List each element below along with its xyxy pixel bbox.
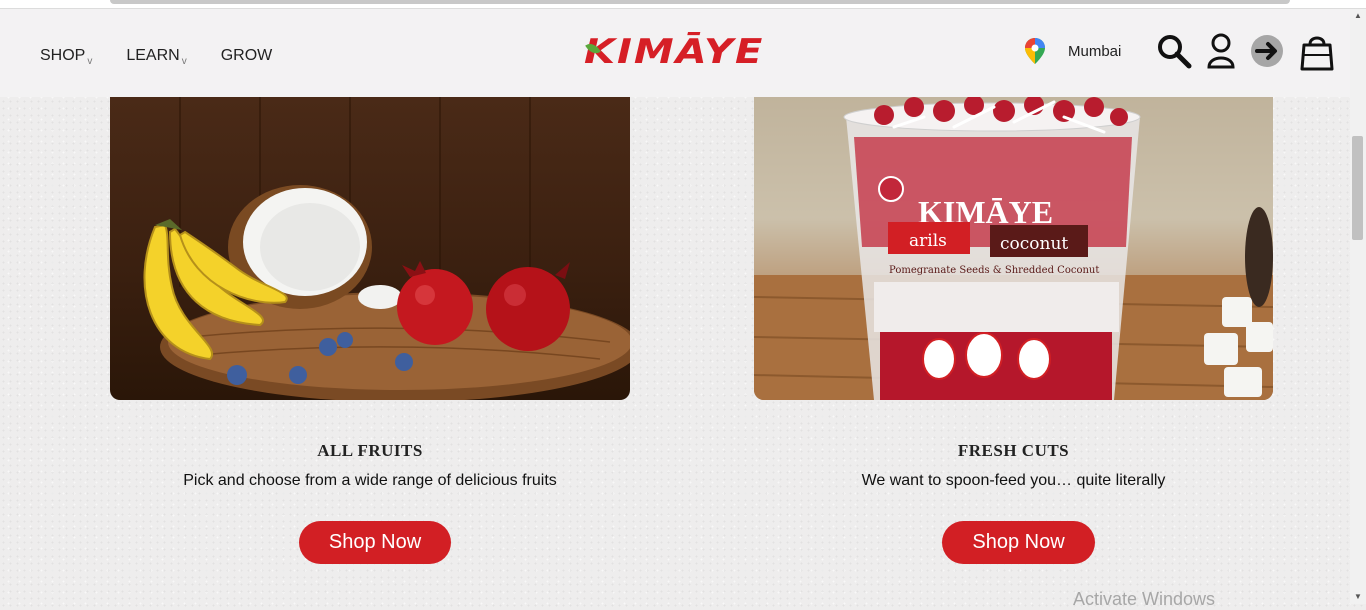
location-selector[interactable]: Mumbai [1024,37,1121,65]
scroll-down-icon[interactable]: ▼ [1354,592,1362,601]
search-icon[interactable] [1156,33,1192,69]
chevron-down-icon: v [87,56,93,67]
main-nav: SHOP v LEARN v GROW [40,47,273,67]
card-desc-all-fruits: Pick and choose from a wide range of del… [183,472,557,489]
chevron-down-icon: v [181,56,187,67]
location-city: Mumbai [1068,42,1122,60]
shopping-bag-icon[interactable] [1298,31,1336,71]
shop-now-button-fresh-cuts[interactable]: Shop Now [942,521,1095,564]
scrollbar-thumb[interactable] [1352,136,1363,240]
shop-now-button-all-fruits[interactable]: Shop Now [299,521,451,564]
fresh-cuts-illustration: KIMĀYE arils coconut Pomegranate Seeds &… [754,97,1273,400]
card-title-fresh-cuts: FRESH CUTS [957,441,1070,460]
login-arrow-icon[interactable] [1250,34,1284,68]
brand-logo-text: KIMĀYE [584,32,765,72]
cup-subtitle: Pomegranate Seeds & Shredded Coconut [889,265,1099,276]
nav-shop[interactable]: SHOP v [40,47,93,67]
activate-windows-watermark: Activate Windows [1073,589,1216,609]
cup-tag-coconut: coconut [1000,234,1068,254]
user-icon[interactable] [1206,33,1236,69]
brand-logo[interactable]: KIMĀYE [584,32,764,71]
page-scrollbar[interactable]: ▲ ▼ [1350,9,1366,604]
fruits-illustration [143,97,630,400]
map-pin-icon [1025,38,1045,64]
card-title-all-fruits: ALL FRUITS [317,441,423,460]
nav-shop-label: SHOP [40,47,86,64]
site-header: SHOP v LEARN v GROW KIMĀYE Mumbai [0,9,1350,97]
browser-scroll-indicator [110,0,1290,4]
cup-tag-arils: arils [909,231,947,251]
nav-grow-label: GROW [220,47,273,64]
nav-learn-label: LEARN [126,47,180,64]
scroll-up-icon[interactable]: ▲ [1354,11,1362,20]
fresh-cuts-image[interactable]: KIMĀYE arils coconut Pomegranate Seeds &… [754,97,1273,400]
nav-learn[interactable]: LEARN v [126,47,187,67]
header-actions [1156,31,1336,71]
browser-top-strip [0,0,1366,9]
nav-grow[interactable]: GROW [221,47,273,65]
all-fruits-image[interactable] [110,97,630,400]
card-desc-fresh-cuts: We want to spoon-feed you… quite literal… [861,472,1166,489]
